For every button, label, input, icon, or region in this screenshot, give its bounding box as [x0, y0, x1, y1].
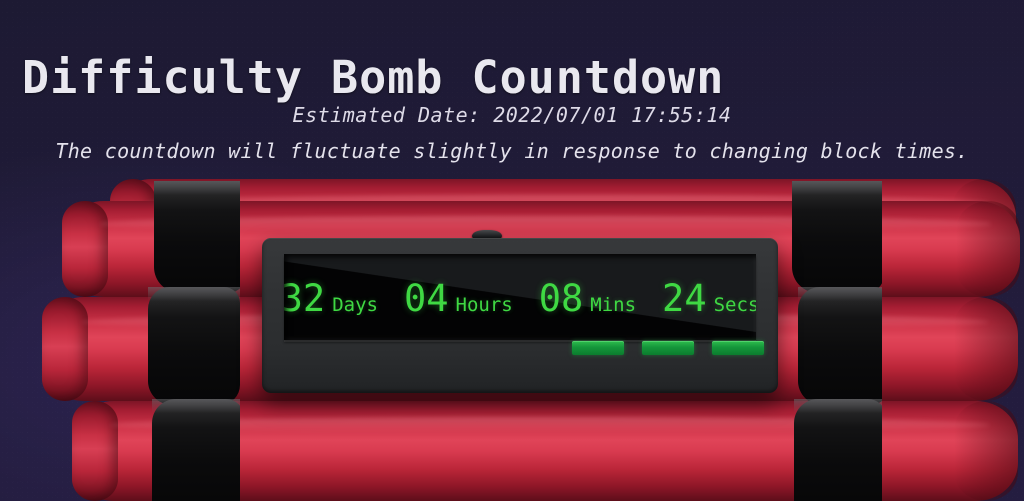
countdown-note-text: The countdown will fluctuate slightly in…: [55, 139, 969, 163]
hours-label: Hours: [455, 294, 513, 316]
tape-segment: [794, 399, 882, 501]
status-led-1: [572, 341, 624, 355]
hours-value: 04: [403, 277, 449, 320]
tape-segment: [148, 287, 240, 405]
tape-edge-highlight: [148, 287, 240, 301]
page-title: Difficulty Bomb Countdown: [22, 51, 725, 105]
tape-band-right: [790, 181, 882, 501]
mins-value: 08: [538, 277, 584, 320]
estimated-date-text: Estimated Date: 2022/07/01 17:55:14: [292, 103, 732, 127]
dynamite-stick-cap-right: [956, 201, 1020, 297]
tape-band-left: [148, 181, 240, 501]
days-value: 32: [284, 277, 326, 320]
tape-edge-highlight: [152, 399, 240, 413]
dynamite-stick-cap-left: [42, 297, 88, 401]
status-led-3: [712, 341, 764, 355]
days-label: Days: [332, 294, 378, 316]
tape-segment: [154, 181, 240, 293]
countdown-unit-hours: 04 Hours: [404, 280, 513, 317]
bomb-timer-device: 32 Days 04 Hours 08 Mins 24 Secs: [262, 238, 778, 393]
tape-segment: [798, 287, 882, 405]
mins-label: Mins: [590, 294, 637, 316]
tape-edge-highlight: [798, 287, 882, 301]
dynamite-stick-cap-right: [954, 297, 1018, 401]
tape-segment: [792, 181, 882, 293]
tape-segment: [152, 399, 240, 501]
countdown-timer: 32 Days 04 Hours 08 Mins 24 Secs: [284, 254, 756, 340]
countdown-unit-secs: 24 Secs: [662, 280, 756, 317]
dynamite-stick-cap-right: [954, 401, 1018, 501]
countdown-screen: 32 Days 04 Hours 08 Mins 24 Secs: [284, 254, 756, 340]
dynamite-stick-cap-left: [62, 201, 108, 297]
secs-value: 24: [662, 277, 707, 320]
tape-edge-highlight: [154, 181, 240, 195]
status-led-group: [572, 341, 764, 355]
secs-label: Secs: [713, 294, 756, 316]
status-led-2: [642, 341, 694, 355]
countdown-unit-mins: 08 Mins: [539, 280, 636, 317]
tape-edge-highlight: [792, 181, 882, 195]
countdown-unit-days: 32 Days: [284, 280, 378, 317]
dynamite-stick-cap-left: [72, 401, 118, 501]
tape-edge-highlight: [794, 399, 882, 413]
page-root: Difficulty Bomb Countdown Estimated Date…: [0, 0, 1024, 501]
